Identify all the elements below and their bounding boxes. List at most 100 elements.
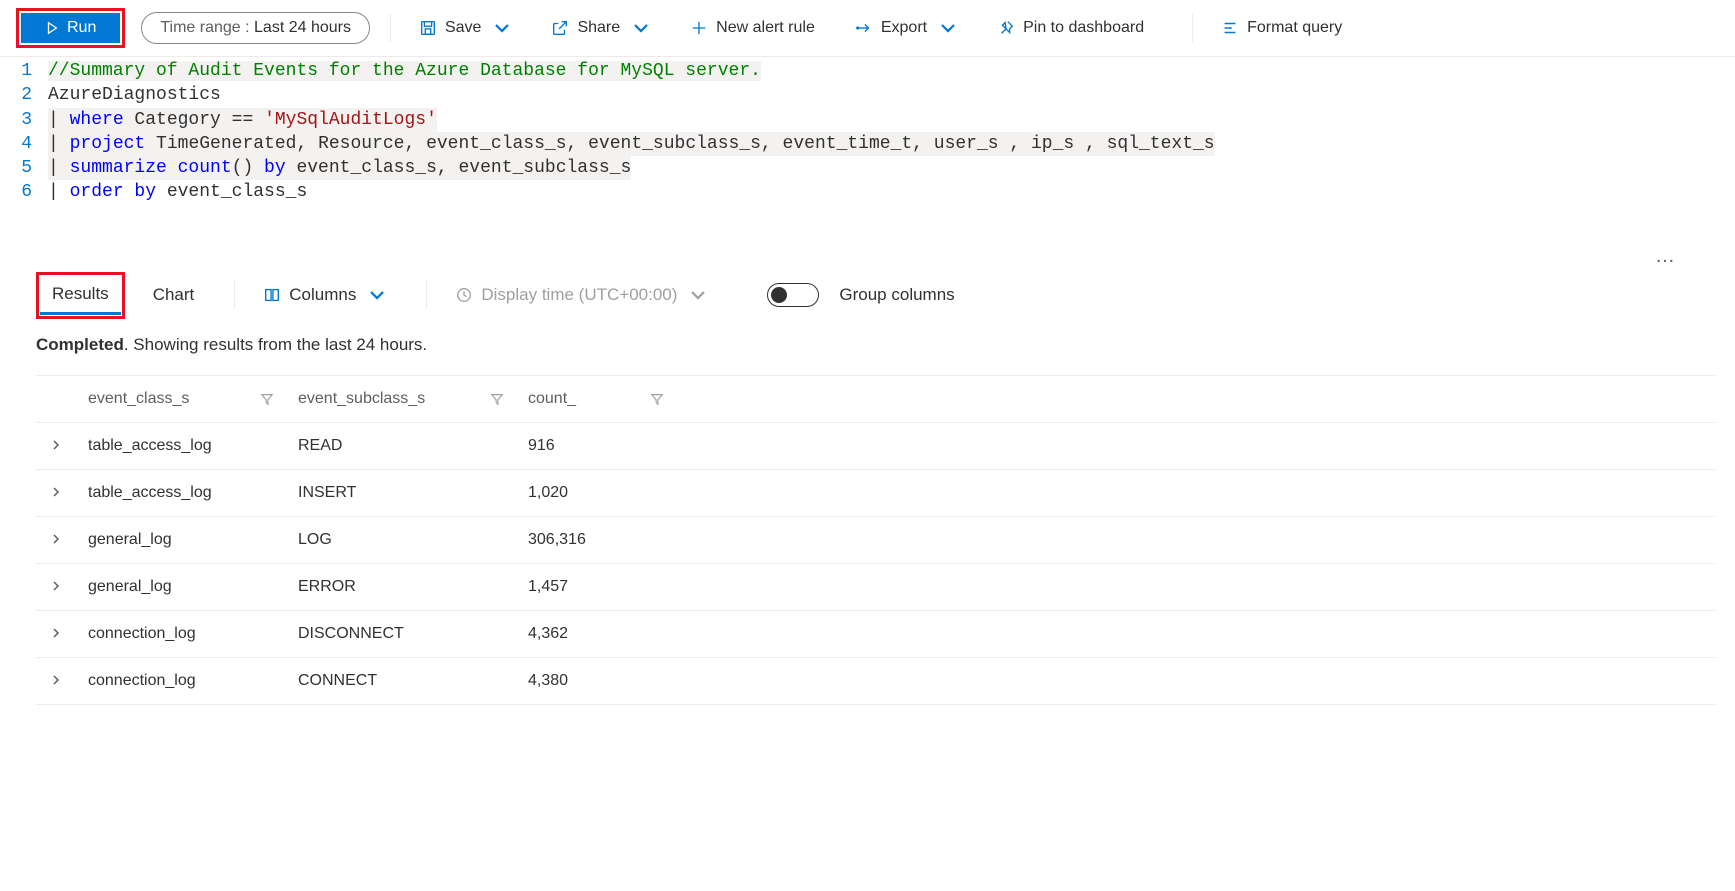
group-columns-toggle[interactable] xyxy=(767,283,819,307)
results-tab-highlight: Results xyxy=(36,272,125,319)
separator xyxy=(390,14,391,42)
column-header[interactable]: count_ xyxy=(516,375,676,422)
display-time-button[interactable]: Display time (UTC+00:00) xyxy=(455,285,707,305)
cell-event-class: table_access_log xyxy=(76,422,286,469)
chevron-right-icon xyxy=(51,440,61,450)
query-editor[interactable]: 1 //Summary of Audit Events for the Azur… xyxy=(0,57,1735,245)
table-row[interactable]: connection_logCONNECT4,380 xyxy=(36,657,1715,704)
line-number: 2 xyxy=(0,83,48,107)
format-query-button[interactable]: Format query xyxy=(1213,15,1350,41)
plus-icon xyxy=(690,19,708,37)
column-header-spacer xyxy=(676,375,1715,422)
cell-event-class: connection_log xyxy=(76,657,286,704)
chevron-right-icon xyxy=(51,487,61,497)
cell-event-class: connection_log xyxy=(76,610,286,657)
group-columns-label: Group columns xyxy=(839,285,954,305)
time-range-selector[interactable]: Time range : Last 24 hours xyxy=(141,12,370,44)
code-keyword: where xyxy=(70,110,124,130)
format-icon xyxy=(1221,19,1239,37)
results-table: event_class_s event_subclass_s count_ ta… xyxy=(36,375,1715,705)
cell-count: 916 xyxy=(516,422,676,469)
code-line: 1 //Summary of Audit Events for the Azur… xyxy=(0,59,1735,83)
pin-button[interactable]: Pin to dashboard xyxy=(989,15,1152,41)
chevron-down-icon xyxy=(368,286,386,304)
run-button-label: Run xyxy=(67,19,96,37)
export-button[interactable]: Export xyxy=(847,15,965,41)
cell-event-subclass: CONNECT xyxy=(286,657,516,704)
cell-event-subclass: READ xyxy=(286,422,516,469)
tab-chart[interactable]: Chart xyxy=(141,277,207,313)
share-button[interactable]: Share xyxy=(543,15,658,41)
code-line: 2 AzureDiagnostics xyxy=(0,83,1735,107)
table-row[interactable]: table_access_logREAD916 xyxy=(36,422,1715,469)
run-button[interactable]: Run xyxy=(21,13,120,43)
cell-count: 4,380 xyxy=(516,657,676,704)
display-time-label: Display time (UTC+00:00) xyxy=(481,285,677,305)
cell-event-subclass: ERROR xyxy=(286,563,516,610)
code-keyword: order by xyxy=(70,182,156,202)
chevron-right-icon xyxy=(51,534,61,544)
toggle-knob xyxy=(771,287,787,303)
status-prefix: Completed xyxy=(36,335,124,354)
status-message: Completed. Showing results from the last… xyxy=(36,335,1715,355)
save-button[interactable]: Save xyxy=(411,15,519,41)
code-ident: AzureDiagnostics xyxy=(48,85,221,105)
chevron-down-icon xyxy=(493,19,511,37)
separator xyxy=(1192,14,1193,42)
expand-column-header xyxy=(36,375,76,422)
expand-row-button[interactable] xyxy=(36,657,76,704)
expand-row-button[interactable] xyxy=(36,422,76,469)
status-rest: . Showing results from the last 24 hours… xyxy=(124,335,427,354)
cell-event-class: general_log xyxy=(76,563,286,610)
expand-row-button[interactable] xyxy=(36,563,76,610)
columns-button[interactable]: Columns xyxy=(263,285,386,305)
share-label: Share xyxy=(577,19,620,37)
table-row[interactable]: connection_logDISCONNECT4,362 xyxy=(36,610,1715,657)
separator xyxy=(426,281,427,309)
table-row[interactable]: general_logERROR1,457 xyxy=(36,563,1715,610)
columns-label: Columns xyxy=(289,285,356,305)
time-range-value: Last 24 hours xyxy=(254,19,351,36)
separator xyxy=(234,281,235,309)
code-line: 3 | where Category == 'MySqlAuditLogs' xyxy=(0,108,1735,132)
table-row[interactable]: general_logLOG306,316 xyxy=(36,516,1715,563)
column-header[interactable]: event_subclass_s xyxy=(286,375,516,422)
table-header-row: event_class_s event_subclass_s count_ xyxy=(36,375,1715,422)
column-header[interactable]: event_class_s xyxy=(76,375,286,422)
chevron-down-icon xyxy=(939,19,957,37)
play-icon xyxy=(45,21,59,35)
chevron-right-icon xyxy=(51,628,61,638)
filter-icon[interactable] xyxy=(260,392,274,406)
line-number: 4 xyxy=(0,132,48,156)
cell-count: 1,457 xyxy=(516,563,676,610)
cell-count: 1,020 xyxy=(516,469,676,516)
expand-row-button[interactable] xyxy=(36,516,76,563)
export-icon xyxy=(855,19,873,37)
results-panel: … Results Chart Columns Display time (UT… xyxy=(0,245,1735,725)
query-toolbar: Run Time range : Last 24 hours Save Shar… xyxy=(0,0,1735,57)
chevron-down-icon xyxy=(689,286,707,304)
expand-row-button[interactable] xyxy=(36,610,76,657)
code-keyword: project xyxy=(70,134,146,154)
clock-icon xyxy=(455,286,473,304)
expand-row-button[interactable] xyxy=(36,469,76,516)
line-number: 1 xyxy=(0,59,48,83)
pin-label: Pin to dashboard xyxy=(1023,19,1144,37)
filter-icon[interactable] xyxy=(650,392,664,406)
columns-icon xyxy=(263,286,281,304)
results-toolbar: Results Chart Columns Display time (UTC+… xyxy=(36,268,1715,319)
cell-event-subclass: INSERT xyxy=(286,469,516,516)
tab-results[interactable]: Results xyxy=(40,276,121,315)
code-line: 5 | summarize count() by event_class_s, … xyxy=(0,156,1735,180)
more-menu[interactable]: … xyxy=(36,245,1715,268)
new-alert-button[interactable]: New alert rule xyxy=(682,15,823,41)
code-keyword: summarize xyxy=(70,158,167,178)
table-row[interactable]: table_access_logINSERT1,020 xyxy=(36,469,1715,516)
format-label: Format query xyxy=(1247,19,1342,37)
pin-icon xyxy=(997,19,1015,37)
cell-event-class: general_log xyxy=(76,516,286,563)
chevron-right-icon xyxy=(51,581,61,591)
save-icon xyxy=(419,19,437,37)
chevron-down-icon xyxy=(632,19,650,37)
filter-icon[interactable] xyxy=(490,392,504,406)
